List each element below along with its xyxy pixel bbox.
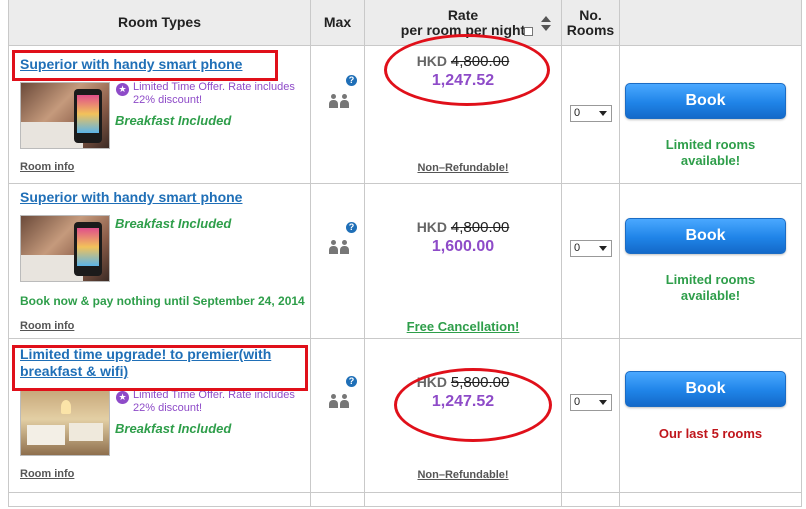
price-block: HKD 4,800.00 1,600.00 xyxy=(365,219,561,256)
annotation-oval xyxy=(394,368,552,442)
book-cell: Book Our last 5 rooms xyxy=(620,339,801,492)
offer-text: Limited Time Offer. Rate includes 22% di… xyxy=(133,389,295,414)
original-price: 4,800.00 xyxy=(450,219,510,236)
room-type-cell: Superior with handy smart phone Breakfas… xyxy=(9,184,311,338)
table-header: Room Types Max Rate per room per night N… xyxy=(9,0,801,46)
book-button[interactable]: Book xyxy=(625,83,786,119)
annotation-box xyxy=(12,50,278,81)
book-button[interactable]: Book xyxy=(625,218,786,254)
header-rate-title: Rate xyxy=(447,6,479,23)
currency-label: HKD xyxy=(416,219,448,235)
rate-cell: HKD 4,800.00 1,600.00 Free Cancellation! xyxy=(365,184,562,338)
room-info-link[interactable]: Room info xyxy=(20,468,74,480)
room-photo[interactable] xyxy=(20,215,110,282)
caret-down-icon xyxy=(599,246,607,251)
book-cell: Book Limited rooms available! xyxy=(620,46,801,183)
room-info-link[interactable]: Room info xyxy=(20,320,74,332)
max-cell: ? xyxy=(311,46,365,183)
two-people-icon xyxy=(329,394,351,408)
header-max: Max xyxy=(311,0,365,45)
max-cell: ? xyxy=(311,339,365,492)
caret-down-icon xyxy=(599,111,607,116)
book-cell: Book Limited rooms available! xyxy=(620,184,801,338)
header-book xyxy=(620,0,801,45)
caret-down-icon xyxy=(599,400,607,405)
availability-note: Our last 5 rooms xyxy=(658,426,763,441)
header-no-rooms: No. Rooms xyxy=(562,0,620,45)
table-row xyxy=(9,493,801,507)
breakfast-label: Breakfast Included xyxy=(115,216,232,231)
room-title-link[interactable]: Superior with handy smart phone xyxy=(20,189,242,206)
breakfast-label: Breakfast Included xyxy=(115,421,232,436)
popup-window-icon[interactable] xyxy=(524,27,533,36)
star-badge-icon: ★ xyxy=(116,83,129,96)
discounted-price: 1,600.00 xyxy=(431,238,495,255)
rooms-select-cell: 0 xyxy=(562,46,620,183)
annotation-oval xyxy=(384,34,550,106)
annotation-box xyxy=(12,345,308,391)
refund-policy-link[interactable]: Non–Refundable! xyxy=(365,162,561,174)
header-room-types: Room Types xyxy=(9,0,311,45)
rooms-select-cell: 0 xyxy=(562,184,620,338)
room-photo[interactable] xyxy=(20,82,110,149)
rooms-count-select[interactable]: 0 xyxy=(570,105,612,122)
sort-arrows-icon[interactable] xyxy=(541,16,551,31)
breakfast-label: Breakfast Included xyxy=(115,113,232,128)
offer-text: Limited Time Offer. Rate includes 22% di… xyxy=(133,81,295,106)
two-people-icon xyxy=(329,240,351,254)
book-button[interactable]: Book xyxy=(625,371,786,407)
availability-note: Limited rooms available! xyxy=(665,137,756,168)
question-icon[interactable]: ? xyxy=(346,75,357,86)
table-row: Superior with handy smart phone Breakfas… xyxy=(9,184,801,339)
availability-note: Limited rooms available! xyxy=(665,272,756,303)
max-cell: ? xyxy=(311,184,365,338)
rooms-count-select[interactable]: 0 xyxy=(570,240,612,257)
refund-policy-link[interactable]: Non–Refundable! xyxy=(365,469,561,481)
book-now-pay-later-note: Book now & pay nothing until September 2… xyxy=(20,294,305,308)
rooms-select-cell: 0 xyxy=(562,339,620,492)
question-icon[interactable]: ? xyxy=(346,376,357,387)
star-badge-icon: ★ xyxy=(116,391,129,404)
free-cancellation-link[interactable]: Free Cancellation! xyxy=(365,319,561,334)
question-icon[interactable]: ? xyxy=(346,222,357,233)
rooms-count-select[interactable]: 0 xyxy=(570,394,612,411)
room-info-link[interactable]: Room info xyxy=(20,161,74,173)
two-people-icon xyxy=(329,94,351,108)
room-photo[interactable] xyxy=(20,389,110,456)
